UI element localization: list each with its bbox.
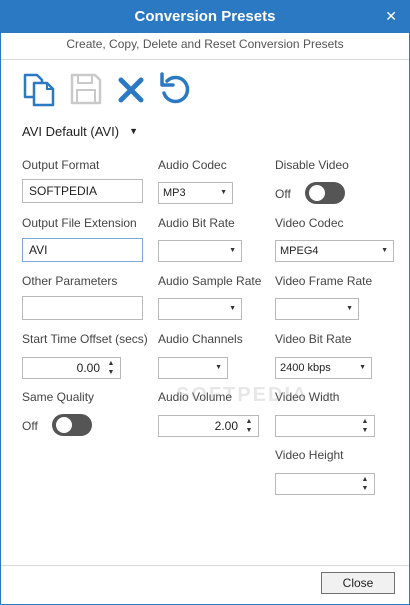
output-file-extension-field[interactable]: AVI [22, 238, 143, 262]
chevron-down-icon: ▼ [129, 126, 138, 136]
video-frame-rate-label: Video Frame Rate [275, 274, 373, 288]
video-width-stepper[interactable]: ▲ ▼ [275, 415, 375, 437]
toggle-knob [56, 417, 72, 433]
audio-codec-label: Audio Codec [158, 158, 227, 172]
up-down-arrows-icon[interactable]: ▲ ▼ [243, 417, 255, 435]
disable-video-label: Disable Video [275, 158, 349, 172]
up-down-arrows-icon[interactable]: ▲ ▼ [105, 359, 117, 377]
footer-divider [1, 565, 409, 566]
header-divider [1, 59, 409, 60]
video-bit-rate-label: Video Bit Rate [275, 332, 352, 346]
delete-icon[interactable] [113, 71, 149, 107]
toggle-knob [309, 185, 325, 201]
start-time-offset-stepper[interactable]: 0.00 ▲ ▼ [22, 357, 121, 379]
output-file-extension-label: Output File Extension [22, 216, 137, 230]
chevron-down-icon: ▼ [220, 189, 227, 196]
disable-video-toggle[interactable]: Off [275, 182, 347, 204]
save-icon [68, 71, 104, 107]
audio-sample-rate-label: Audio Sample Rate [158, 274, 262, 288]
audio-bit-rate-label: Audio Bit Rate [158, 216, 235, 230]
same-quality-label: Same Quality [22, 390, 95, 404]
window-subtitle: Create, Copy, Delete and Reset Conversio… [66, 37, 344, 51]
audio-channels-label: Audio Channels [158, 332, 243, 346]
disable-video-state: Off [275, 187, 291, 201]
video-height-label: Video Height [275, 448, 344, 462]
audio-volume-value: 2.00 [214, 419, 238, 433]
chevron-down-icon: ▼ [215, 364, 222, 371]
video-frame-rate-select[interactable]: ▼ [275, 298, 359, 320]
preset-dropdown[interactable]: AVI Default (AVI) ▼ [22, 124, 138, 139]
conversion-presets-window: Conversion Presets ✕ Create, Copy, Delet… [0, 0, 410, 605]
video-codec-select[interactable]: MPEG4 ▼ [275, 240, 394, 262]
same-quality-toggle[interactable]: Off [22, 414, 94, 436]
window-title: Conversion Presets [134, 8, 276, 25]
video-codec-value: MPEG4 [280, 245, 319, 257]
chevron-down-icon: ▼ [381, 247, 388, 254]
video-height-stepper[interactable]: ▲ ▼ [275, 473, 375, 495]
copy-icon[interactable] [21, 71, 57, 107]
title-bar: Conversion Presets ✕ [1, 1, 409, 33]
up-down-arrows-icon[interactable]: ▲ ▼ [359, 417, 371, 435]
chevron-down-icon: ▼ [229, 247, 236, 254]
window-close-icon[interactable]: ✕ [385, 8, 397, 25]
up-down-arrows-icon[interactable]: ▲ ▼ [359, 475, 371, 493]
audio-codec-value: MP3 [163, 187, 186, 199]
video-bit-rate-select[interactable]: 2400 kbps ▼ [275, 357, 372, 379]
output-format-label: Output Format [22, 158, 100, 172]
other-parameters-label: Other Parameters [22, 274, 118, 288]
chevron-down-icon: ▼ [346, 305, 353, 312]
audio-codec-select[interactable]: MP3 ▼ [158, 182, 233, 204]
video-codec-label: Video Codec [275, 216, 344, 230]
chevron-down-icon: ▼ [359, 364, 366, 371]
audio-channels-select[interactable]: ▼ [158, 357, 228, 379]
output-format-field[interactable]: SOFTPEDIA [22, 179, 143, 203]
close-button[interactable]: Close [321, 572, 395, 594]
video-bit-rate-value: 2400 kbps [280, 362, 331, 374]
other-parameters-field[interactable] [22, 296, 143, 320]
audio-bit-rate-select[interactable]: ▼ [158, 240, 242, 262]
audio-volume-stepper[interactable]: 2.00 ▲ ▼ [158, 415, 259, 437]
softpedia-watermark: SOFTPEDIA [176, 384, 309, 406]
preset-selected-value: AVI Default (AVI) [22, 124, 120, 139]
same-quality-state: Off [22, 419, 38, 433]
start-time-offset-label: Start Time Offset (secs) [22, 332, 148, 346]
audio-sample-rate-select[interactable]: ▼ [158, 298, 242, 320]
chevron-down-icon: ▼ [229, 305, 236, 312]
start-time-offset-value: 0.00 [76, 361, 100, 375]
reset-icon[interactable] [157, 71, 193, 107]
